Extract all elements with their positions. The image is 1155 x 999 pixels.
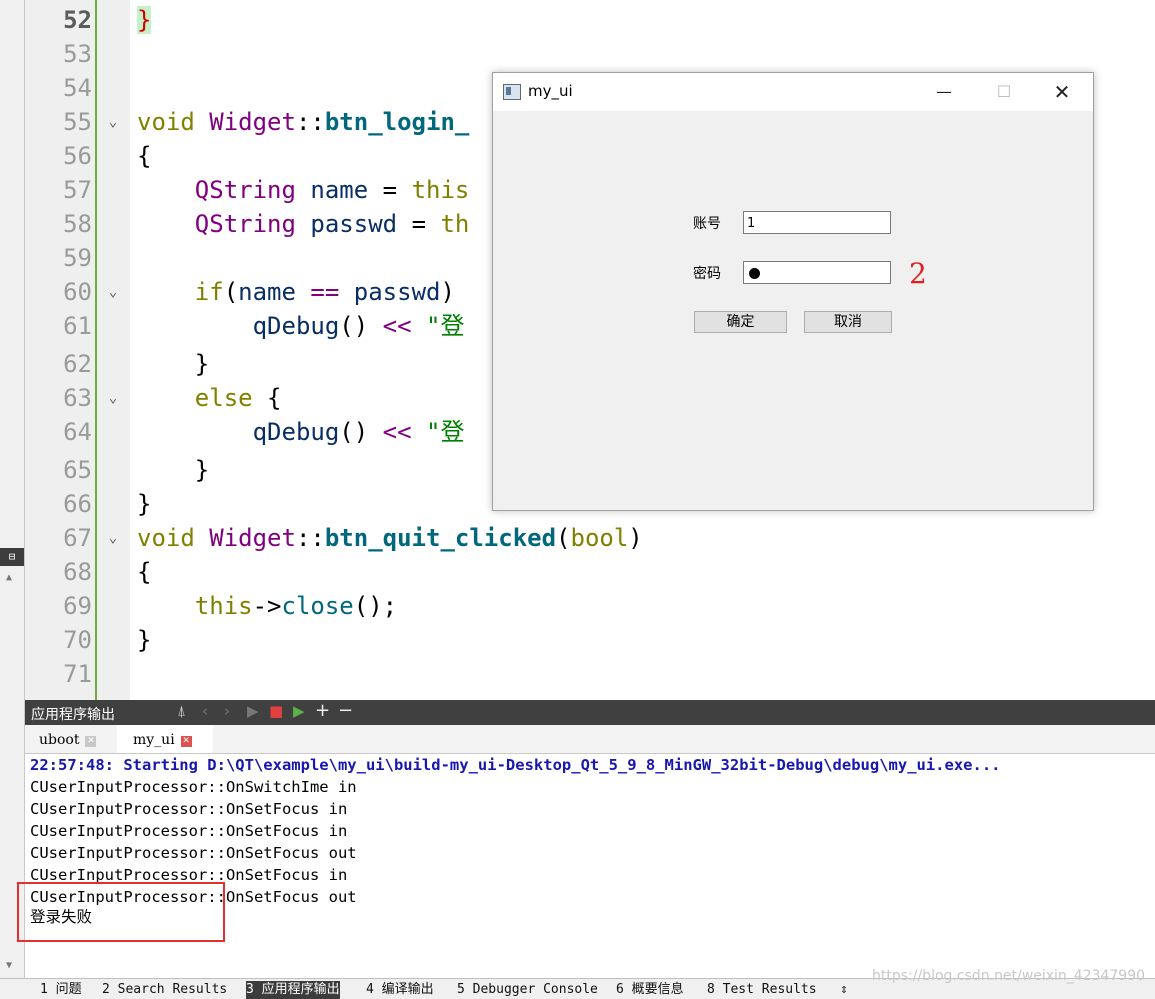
scroll-down-icon[interactable]: ▼ [6,960,12,971]
ok-button[interactable]: 确定 [694,311,787,333]
line-number: 57 [63,176,92,204]
code-line-56: { [137,142,152,170]
status-more-icon[interactable]: ⇕ [840,981,848,999]
line-number: 71 [63,660,92,688]
line-number: 70 [63,626,92,654]
code-line-52: } [137,3,152,37]
password-input[interactable] [743,261,891,284]
output-line: CUserInputProcessor::OnSetFocus out [30,844,357,862]
code-line-57: QString name = this [194,176,470,204]
next-icon[interactable]: › [224,702,230,720]
code-line-58: QString passwd = th [194,210,470,238]
filter-icon[interactable]: ⍋ [177,702,186,720]
run-icon[interactable]: ▶ [247,702,259,720]
line-number: 60 [63,278,92,306]
fold-chevron-icon[interactable]: ⌄ [105,381,121,415]
tab-close-icon[interactable]: ✕ [180,736,192,747]
password-label: 密码 [693,266,721,282]
output-line: CUserInputProcessor::OnSwitchIme in [30,778,357,796]
tab-my-ui[interactable]: my_ui ✕ [117,725,213,753]
line-number: 58 [63,210,92,238]
prev-icon[interactable]: ‹ [202,702,208,720]
app-window-icon [503,84,521,100]
line-number: 55 [63,108,92,136]
code-line-63: else { [194,384,282,412]
code-line-61: qDebug() << "登 [252,312,465,340]
code-line-67: void Widget::btn_quit_clicked(bool) [137,524,643,552]
code-line-62: } [194,350,210,378]
line-number: 65 [63,456,92,484]
status-tab-search-results[interactable]: 2 Search Results [102,981,227,999]
status-tab-debugger-console[interactable]: 5 Debugger Console [457,981,598,999]
code-line-68: { [137,558,152,586]
output-line: CUserInputProcessor::OnSetFocus in [30,822,348,840]
minimize-icon[interactable]: — [921,73,967,111]
application-output[interactable]: 22:57:48: Starting D:\QT\example\my_ui\b… [25,754,1155,978]
code-line-64: qDebug() << "登 [252,418,465,446]
status-tab-issues[interactable]: 1 问题 [40,981,82,999]
stop-icon[interactable]: ■ [269,702,283,720]
code-line-69: this->close(); [194,592,398,620]
remove-icon[interactable]: − [338,700,353,721]
status-tab-test-results[interactable]: 8 Test Results [707,981,817,999]
account-input[interactable]: 1 [743,211,891,234]
line-number: 64 [63,418,92,446]
code-line-65: } [194,456,210,484]
output-line: CUserInputProcessor::OnSetFocus in [30,800,348,818]
code-line-66: } [137,490,152,518]
line-number: 59 [63,244,92,272]
line-number: 69 [63,592,92,620]
highlight-box [17,882,225,942]
line-number: 54 [63,74,92,102]
tab-close-icon[interactable]: ✕ [85,736,97,747]
status-tab-application-output[interactable]: 3 应用程序输出 [246,981,340,999]
line-number: 63 [63,384,92,412]
left-sidebar-strip: ⊟ ▲ ▼ [0,0,25,998]
cancel-button[interactable]: 取消 [804,311,892,333]
fold-chevron-icon[interactable]: ⌄ [105,105,121,139]
collapse-pane-icon[interactable]: ⊟ [0,548,24,566]
my-ui-dialog-window[interactable]: my_ui — ☐ ✕ 账号 1 密码 2 确定 取消 [492,72,1094,511]
line-number: 52 [63,6,92,34]
matched-brace: } [137,6,152,34]
status-tab-general-messages[interactable]: 6 概要信息 [616,981,684,999]
line-number: 56 [63,142,92,170]
password-mask-dot [749,268,760,279]
window-titlebar[interactable]: my_ui — ☐ ✕ [493,73,1093,111]
output-pane-title: 应用程序输出 [31,707,115,723]
status-tab-compile-output[interactable]: 4 编译输出 [366,981,434,999]
scroll-up-icon[interactable]: ▲ [6,572,12,583]
annotation-number: 2 [909,257,927,290]
tab-uboot[interactable]: uboot ✕ [25,725,117,753]
fold-chevron-icon[interactable]: ⌄ [105,521,121,555]
output-tabs: uboot ✕ my_ui ✕ [25,725,1155,754]
code-line-70: } [137,626,152,654]
code-line-55: void Widget::btn_login_ [137,108,470,136]
line-number: 53 [63,40,92,68]
account-label: 账号 [693,216,721,232]
window-title: my_ui [528,82,573,100]
line-number: 68 [63,558,92,586]
line-number: 66 [63,490,92,518]
add-icon[interactable]: + [315,700,330,721]
close-icon[interactable]: ✕ [1039,73,1085,111]
watermark: https://blog.csdn.net/weixin_42347990 [872,968,1146,984]
line-number: 67 [63,524,92,552]
line-number: 62 [63,350,92,378]
maximize-icon[interactable]: ☐ [981,73,1027,111]
run-debug-icon[interactable]: ▶ [293,702,305,720]
output-pane-toolbar: 应用程序输出 ⍋ ‹ › ▶ ■ ▶ + − [25,700,1155,725]
fold-chevron-icon[interactable]: ⌄ [105,275,121,309]
output-line: 22:57:48: Starting D:\QT\example\my_ui\b… [30,756,1001,774]
line-number: 61 [63,312,92,340]
code-line-60: if(name == passwd) [194,278,455,306]
